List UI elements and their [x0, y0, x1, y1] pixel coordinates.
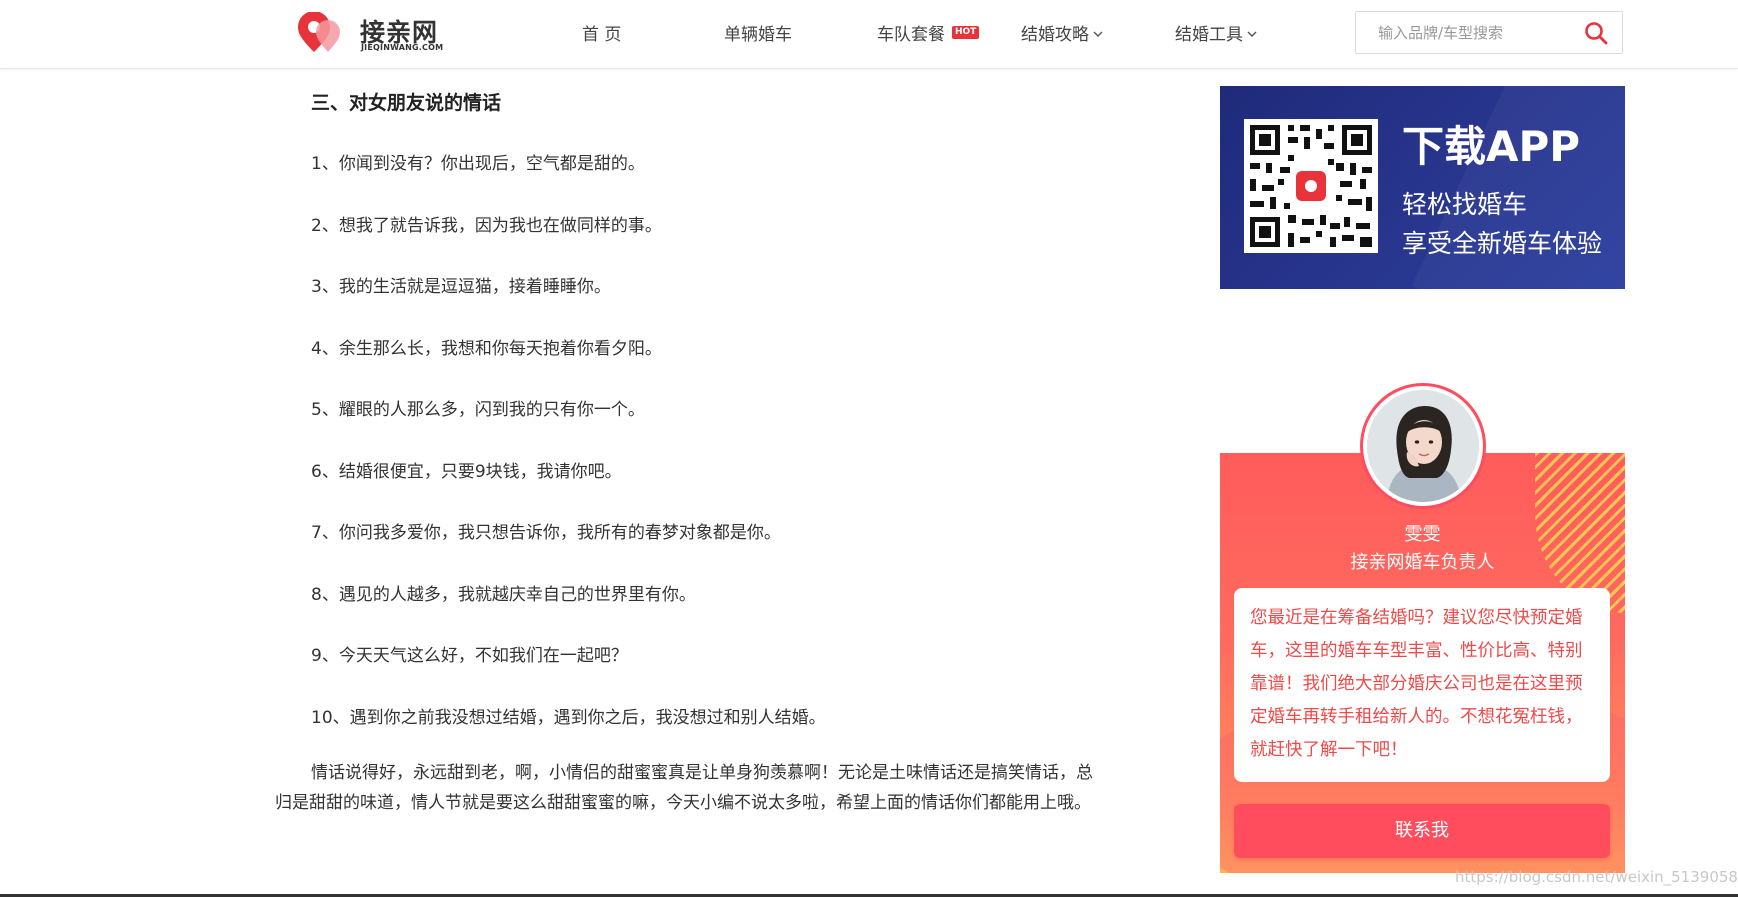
qr-code-icon — [1244, 119, 1378, 253]
list-item: 9、今天天气这么好，不如我们在一起吧？ — [311, 646, 628, 666]
watermark: https://blog.csdn.net/weixin_51390582 — [1455, 868, 1738, 886]
app-banner-subtitle-1: 轻松找婚车 — [1402, 190, 1528, 219]
agent-name: 雯雯 — [1404, 524, 1441, 545]
search-input[interactable] — [1356, 12, 1593, 53]
list-item: 4、余生那么长，我想和你每天抱着你看夕阳。 — [311, 339, 662, 359]
avatar — [1360, 383, 1486, 509]
app-banner-subtitle-2: 享受全新婚车体验 — [1402, 229, 1603, 258]
list-item: 8、遇见的人越多，我就越庆幸自己的世界里有你。 — [311, 585, 696, 605]
nav-wedding-tools[interactable]: 结婚工具 — [1175, 20, 1257, 45]
agent-photo — [1367, 390, 1479, 502]
list-item: 7、你问我多爱你，我只想告诉你，我所有的春梦对象都是你。 — [311, 523, 781, 543]
logo-domain: JIEQINWANG.COM — [361, 43, 444, 52]
site-logo[interactable]: 接亲网 JIEQINWANG.COM — [298, 10, 448, 58]
location-pin-icon — [298, 12, 340, 52]
nav-wedding-guide[interactable]: 结婚攻略 — [1021, 20, 1103, 45]
list-item: 2、想我了就告诉我，因为我也在做同样的事。 — [311, 216, 662, 236]
chevron-down-icon — [1247, 31, 1257, 37]
nav-home[interactable]: 首 页 — [582, 20, 621, 45]
list-item: 5、耀眼的人那么多，闪到我的只有你一个。 — [311, 400, 645, 420]
app-download-banner[interactable]: 下载APP 轻松找婚车 享受全新婚车体验 — [1220, 86, 1625, 289]
chevron-down-icon — [1093, 31, 1103, 37]
site-header: 接亲网 JIEQINWANG.COM 首 页 单辆婚车 车队套餐 HOT 结婚攻… — [0, 0, 1738, 69]
nav-fleet-package[interactable]: 车队套餐 — [877, 20, 945, 45]
contact-me-button[interactable]: 联系我 — [1234, 804, 1610, 858]
nav-single-car[interactable]: 单辆婚车 — [724, 20, 792, 45]
search-icon[interactable] — [1584, 21, 1608, 45]
list-item: 3、我的生活就是逗逗猫，接着睡睡你。 — [311, 277, 611, 297]
agent-role: 接亲网婚车负责人 — [1350, 552, 1495, 573]
search-box — [1355, 11, 1623, 54]
app-banner-title: 下载APP — [1402, 122, 1581, 171]
hot-badge: HOT — [952, 26, 980, 39]
closing-paragraph: 情话说得好，永远甜到老，啊，小情侣的甜蜜蜜真是让单身狗羡慕啊！无论是土味情话还是… — [275, 763, 1093, 813]
list-item: 10、遇到你之前我没想过结婚，遇到你之后，我没想过和别人结婚。 — [311, 708, 826, 728]
nav-wedding-tools-label: 结婚工具 — [1175, 25, 1243, 45]
nav-wedding-guide-label: 结婚攻略 — [1021, 25, 1089, 45]
agent-message: 您最近是在筹备结婚吗？建议您尽快预定婚车，这里的婚车车型丰富、性价比高、特别靠谱… — [1234, 588, 1610, 782]
list-item: 1、你闻到没有？你出现后，空气都是甜的。 — [311, 154, 645, 174]
list-item: 6、结婚很便宜，只要9块钱，我请你吧。 — [311, 462, 622, 482]
section-title: 三、对女朋友说的情话 — [311, 92, 502, 114]
